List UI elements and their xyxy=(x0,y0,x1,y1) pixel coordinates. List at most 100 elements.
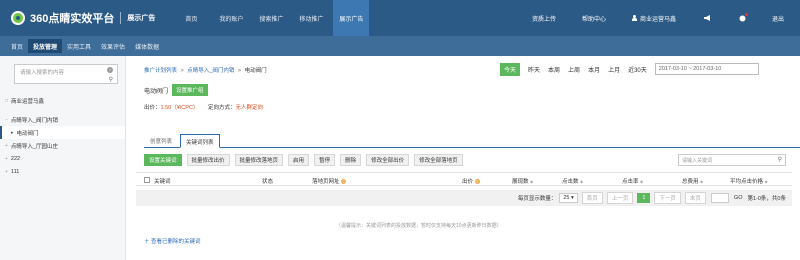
tab-creatives[interactable]: 创意列表 xyxy=(150,137,172,145)
pause-button[interactable]: 暂停 xyxy=(314,154,336,166)
top-nav-home[interactable]: 首页 xyxy=(173,0,209,36)
adgroup-header: 电动阀门 设置推广组 xyxy=(144,84,208,96)
help-center-link[interactable]: 帮助中心 xyxy=(582,14,606,23)
tree-account[interactable]: □ 商业运营马鑫 xyxy=(0,94,125,107)
top-nav-account[interactable]: 我的账户 xyxy=(213,0,249,36)
top-nav-mobile-promo[interactable]: 移动推广 xyxy=(293,0,329,36)
adgroup-info: 出价：1.50（¥/CPC） 定向方式：无人群定向 xyxy=(144,103,263,111)
help-icon[interactable]: ? xyxy=(474,179,480,184)
tab-keywords[interactable]: 关键词列表 xyxy=(180,134,220,148)
search-icon[interactable]: ⚲ xyxy=(778,156,782,163)
col-impressions[interactable]: 展现数 ◆ xyxy=(512,177,533,185)
adgroup-name: 电动阀门 xyxy=(144,88,169,95)
set-adgroup-button[interactable]: 设置推广组 xyxy=(172,84,208,96)
tree-adgroup-electric-valve[interactable]: ▸ 电动阀门 xyxy=(0,126,125,139)
tree-campaign-222[interactable]: + 222 xyxy=(0,152,125,165)
breadcrumb-campaign[interactable]: 点睛导入_阀门内销 xyxy=(187,68,234,74)
tree-campaign-valve-label: 点睛导入_阀门内销 xyxy=(10,117,58,124)
col-ctr[interactable]: 点击率 ◆ xyxy=(622,177,643,185)
col-total-cost-label: 总费用 xyxy=(682,179,699,185)
expand-icon[interactable]: + xyxy=(5,143,8,149)
user-menu[interactable]: 商业运营马鑫 xyxy=(631,14,676,23)
logo[interactable]: 360点睛实效平台 展示广告 xyxy=(11,10,155,26)
expand-icon[interactable]: + xyxy=(5,156,8,162)
date-last-week[interactable]: 上周 xyxy=(568,65,580,74)
batch-edit-landing-button[interactable]: 批量修改落地页 xyxy=(234,154,284,166)
page-number-input[interactable] xyxy=(710,193,729,203)
sort-icon: ◆ xyxy=(580,179,584,184)
qualification-upload-link[interactable]: 资质上传 xyxy=(532,14,556,23)
date-yesterday[interactable]: 昨天 xyxy=(528,65,540,74)
date-last-30-days[interactable]: 近30天 xyxy=(628,65,647,74)
breadcrumb-separator: > xyxy=(237,68,242,74)
edit-all-bids-button[interactable]: 修改全部出价 xyxy=(366,154,410,166)
logout-link[interactable]: 退出 xyxy=(772,14,784,23)
col-bid[interactable]: 出价 ? xyxy=(462,177,480,185)
sort-icon: ◆ xyxy=(530,179,534,184)
tree-campaign-222-label: 222 xyxy=(10,155,21,162)
notification-bell-icon[interactable] xyxy=(739,12,748,22)
breadcrumb-separator: > xyxy=(180,68,184,74)
expand-icon[interactable]: + xyxy=(5,169,8,175)
subnav-campaign-management[interactable]: 投放管理 xyxy=(28,39,63,53)
sub-nav: 首页 投放管理 实用工具 效果评估 媒体数据 xyxy=(0,36,800,56)
megaphone-icon[interactable] xyxy=(703,15,711,21)
breadcrumb-campaign-list[interactable]: 推广计划列表 xyxy=(144,68,177,74)
col-avg-cpc[interactable]: 平均点击价格 ◆ xyxy=(730,177,768,185)
subnav-performance[interactable]: 效果评估 xyxy=(96,39,130,53)
sidebar-search-input[interactable]: 请输入搜索的内容 × ⚲ xyxy=(14,64,118,84)
targeting-value: 无人群定向 xyxy=(235,105,263,111)
tree-campaign-111[interactable]: + 111 xyxy=(0,165,125,178)
pagination: 每页显示数量： 25 ▾ 首页 上一页 1 下一页 末页 GO 第1-0条，共0… xyxy=(136,190,792,206)
search-icon[interactable]: ⚲ xyxy=(109,76,113,83)
date-today[interactable]: 今天 xyxy=(500,62,521,76)
subnav-media-data[interactable]: 媒体数据 xyxy=(130,39,164,53)
clear-icon[interactable]: × xyxy=(107,67,113,73)
next-page-button[interactable]: 下一页 xyxy=(654,192,681,204)
batch-edit-bid-button[interactable]: 批量修改出价 xyxy=(186,154,230,166)
logo-divider xyxy=(120,12,122,24)
subnav-home[interactable]: 首页 xyxy=(6,39,28,53)
top-nav-search-promo[interactable]: 搜索推广 xyxy=(253,0,289,36)
last-page-button[interactable]: 末页 xyxy=(684,192,706,204)
campaign-tree: □ 商业运营马鑫 − 点睛导入_阀门内销 ▸ 电动阀门 + 点睛导入_厅园山庄 … xyxy=(0,94,125,178)
collapse-icon[interactable]: − xyxy=(5,117,8,123)
tree-campaign-111-label: 111 xyxy=(10,168,20,175)
breadcrumb: 推广计划列表 > 点睛导入_阀门内销 > 电动阀门 xyxy=(144,66,267,74)
prev-page-button[interactable]: 上一页 xyxy=(606,192,634,204)
col-keyword: 关键词 xyxy=(154,179,171,185)
page-1-button[interactable]: 1 xyxy=(637,193,651,203)
per-page-value: 25 xyxy=(563,195,570,201)
date-range-input[interactable]: 2017-03-10 ~ 2017-03-10 xyxy=(654,63,759,75)
date-this-week[interactable]: 本周 xyxy=(548,65,560,74)
edit-all-landing-button[interactable]: 修改全部落地页 xyxy=(414,154,463,166)
date-last-month[interactable]: 上月 xyxy=(608,65,620,74)
date-this-month[interactable]: 本月 xyxy=(588,65,600,74)
top-nav-display-ads[interactable]: 展示广告 xyxy=(333,0,370,36)
col-total-cost[interactable]: 总费用 ◆ xyxy=(682,177,703,185)
top-bar: 360点睛实效平台 展示广告 首页 我的账户 搜索推广 移动推广 展示广告 资质… xyxy=(0,0,800,36)
delete-button[interactable]: 删除 xyxy=(340,154,362,166)
main-panel: 推广计划列表 > 点睛导入_阀门内销 > 电动阀门 今天 昨天 本周 上周 本月… xyxy=(136,56,800,260)
tab-bar: 创意列表 关键词列表 xyxy=(144,134,800,148)
view-deleted-keywords-link[interactable]: ＋ 查看已删除的关键词 xyxy=(144,237,201,245)
tree-campaign-valve[interactable]: − 点睛导入_阀门内销 xyxy=(0,113,125,126)
tree-campaign-villa[interactable]: + 点睛导入_厅园山庄 xyxy=(0,139,125,152)
enable-button[interactable]: 启用 xyxy=(288,154,310,166)
set-keywords-button[interactable]: 设置关键词 xyxy=(144,154,182,166)
col-clicks[interactable]: 点击数 ◆ xyxy=(562,177,583,185)
help-icon[interactable]: ? xyxy=(341,179,347,184)
select-all-checkbox[interactable] xyxy=(144,177,150,183)
sort-icon: ◆ xyxy=(640,179,644,184)
keyword-search-input[interactable]: 请输入关键词 ⚲ xyxy=(678,154,786,166)
breadcrumb-current: 电动阀门 xyxy=(244,68,267,74)
go-button[interactable]: GO xyxy=(734,195,743,201)
per-page-select[interactable]: 25 ▾ xyxy=(559,193,578,203)
first-page-button[interactable]: 首页 xyxy=(581,192,603,204)
keyword-search-placeholder: 请输入关键词 xyxy=(682,157,713,164)
logo-icon xyxy=(11,11,25,25)
subnav-tools[interactable]: 实用工具 xyxy=(62,39,96,53)
top-nav: 首页 我的账户 搜索推广 移动推广 展示广告 xyxy=(173,0,373,36)
sort-icon: ◆ xyxy=(764,179,768,184)
date-filter: 今天 昨天 本周 上周 本月 上月 近30天 2017-03-10 ~ 2017… xyxy=(500,62,759,76)
